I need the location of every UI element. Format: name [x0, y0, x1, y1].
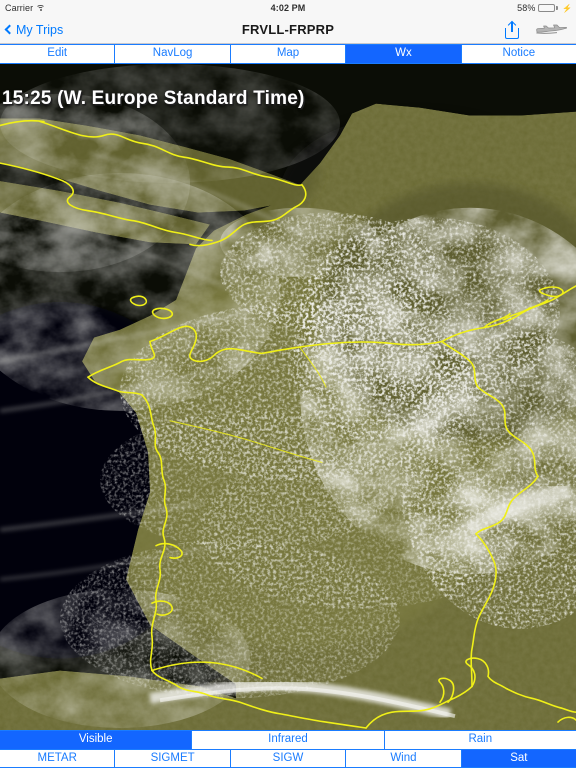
tab-edit[interactable]: Edit — [0, 45, 116, 63]
product-tab-bar: METAR SIGMET SIGW Wind Sat — [0, 749, 576, 768]
status-bar: Carrier 4:02 PM 58% ⚡ — [0, 0, 576, 16]
product-tab-label: SIGMET — [150, 751, 195, 764]
layer-tab-infrared[interactable]: Infrared — [192, 731, 385, 749]
charging-bolt-icon: ⚡ — [561, 3, 572, 13]
aircraft-side-icon[interactable] — [535, 23, 569, 36]
product-tab-metar[interactable]: METAR — [0, 750, 116, 767]
tab-label: Edit — [47, 47, 68, 60]
product-tab-label: Wind — [390, 751, 417, 764]
tab-label: Notice — [502, 47, 536, 60]
satellite-image — [0, 64, 576, 730]
layer-tab-label: Visible — [78, 733, 113, 746]
tab-map[interactable]: Map — [230, 45, 347, 63]
layer-tab-visible[interactable]: Visible — [0, 731, 193, 749]
layer-tab-rain[interactable]: Rain — [384, 731, 576, 749]
layer-tab-label: Infrared — [268, 733, 308, 746]
page-title: FRVLL-FRPRP — [241, 22, 335, 37]
tab-label: Map — [276, 47, 300, 60]
layer-tab-bar: Visible Infrared Rain — [0, 730, 576, 749]
tab-label: NavLog — [152, 47, 193, 60]
top-tab-bar: Edit NavLog Map Wx Notice — [0, 44, 576, 64]
share-icon[interactable] — [505, 20, 519, 39]
product-tab-sigmet[interactable]: SIGMET — [115, 750, 231, 767]
satellite-map[interactable]: - 15:25 (W. Europe Standard Time) — [0, 64, 576, 730]
tab-wx[interactable]: Wx — [346, 45, 462, 63]
product-tab-sat[interactable]: Sat — [461, 750, 576, 767]
product-tab-sigw[interactable]: SIGW — [230, 750, 347, 767]
product-tab-wind[interactable]: Wind — [346, 750, 462, 767]
status-bar-right: 58% ⚡ — [517, 3, 572, 13]
product-tab-label: METAR — [37, 751, 77, 764]
navigation-bar-actions — [505, 20, 569, 39]
layer-tab-label: Rain — [468, 733, 493, 746]
status-bar-clock: 4:02 PM — [270, 3, 306, 13]
tab-label: Wx — [395, 47, 412, 60]
product-tab-label: Sat — [510, 751, 528, 764]
navigation-bar: My Trips FRVLL-FRPRP — [0, 16, 576, 44]
battery-percent-label: 58% — [517, 3, 536, 13]
app-root: Carrier 4:02 PM 58% ⚡ My Trips FRVLL-FRP… — [0, 0, 576, 768]
tab-notice[interactable]: Notice — [461, 45, 576, 63]
product-tab-label: SIGW — [272, 751, 304, 764]
tab-navlog[interactable]: NavLog — [115, 45, 231, 63]
battery-icon — [538, 4, 558, 12]
